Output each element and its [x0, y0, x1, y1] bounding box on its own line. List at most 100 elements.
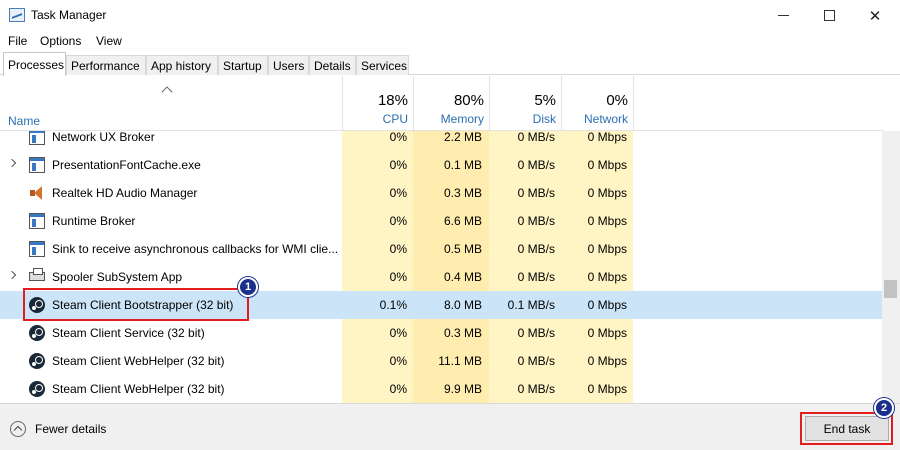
process-cpu: 0% [389, 242, 407, 256]
column-name[interactable]: Name [8, 114, 40, 128]
tab-strip: Processes Performance App history Startu… [0, 52, 900, 76]
task-manager-icon [9, 8, 25, 22]
process-cpu: 0% [389, 131, 407, 144]
process-disk: 0 MB/s [517, 382, 555, 396]
table-row[interactable]: Steam Client WebHelper (32 bit) 0% 11.1 … [0, 347, 884, 375]
close-button[interactable]: ✕ [852, 0, 898, 31]
process-memory: 2.2 MB [443, 131, 482, 144]
close-icon: ✕ [868, 7, 882, 25]
process-disk: 0 MB/s [517, 354, 555, 368]
tab-startup[interactable]: Startup [218, 55, 268, 75]
end-task-button[interactable]: End task [805, 416, 889, 441]
process-memory: 8.0 MB [443, 298, 482, 312]
scrollbar-thumb[interactable] [884, 280, 897, 298]
highlight-selected-process [23, 288, 249, 321]
process-disk: 0 MB/s [517, 242, 555, 256]
column-cpu[interactable]: 18% CPU [342, 76, 413, 131]
window-icon [29, 213, 45, 229]
menu-view[interactable]: View [96, 34, 122, 48]
process-network: 0 Mbps [587, 354, 627, 368]
printer-icon [29, 268, 45, 281]
table-row[interactable]: Network UX Broker 0% 2.2 MB 0 MB/s 0 Mbp… [0, 131, 884, 151]
process-cpu: 0% [389, 270, 407, 284]
process-network: 0 Mbps [587, 186, 627, 200]
process-disk: 0 MB/s [517, 186, 555, 200]
title-bar: Task Manager ✕ [0, 0, 900, 31]
tab-app-history[interactable]: App history [146, 55, 218, 75]
menu-file[interactable]: File [8, 34, 27, 48]
table-row[interactable]: Realtek HD Audio Manager 0% 0.3 MB 0 MB/… [0, 179, 884, 207]
column-disk[interactable]: 5% Disk [489, 76, 561, 131]
menu-bar: File Options View [0, 31, 900, 51]
expand-chevron-icon[interactable] [7, 158, 17, 168]
table-row[interactable]: Sink to receive asynchronous callbacks f… [0, 235, 884, 263]
process-network: 0 Mbps [587, 242, 627, 256]
process-memory: 0.3 MB [443, 186, 482, 200]
tab-services[interactable]: Services [356, 55, 409, 75]
table-row[interactable]: PresentationFontCache.exe 0% 0.1 MB 0 MB… [0, 151, 884, 179]
window-icon [29, 241, 45, 257]
process-disk: 0 MB/s [517, 326, 555, 340]
process-network: 0 Mbps [587, 131, 627, 144]
process-disk: 0.1 MB/s [507, 298, 555, 312]
fewer-details-link[interactable]: Fewer details [35, 422, 106, 436]
footer-bar: Fewer details End task [0, 403, 900, 450]
table-row[interactable]: Steam Client Service (32 bit) 0% 0.3 MB … [0, 319, 884, 347]
collapse-chevron-icon[interactable] [10, 421, 26, 437]
step-badge-2: 2 [874, 398, 894, 418]
network-label: Network [583, 112, 628, 126]
process-network: 0 Mbps [587, 158, 627, 172]
process-disk: 0 MB/s [517, 214, 555, 228]
tab-details[interactable]: Details [309, 55, 356, 75]
column-header: Name 18% CPU 80% Memory 5% Disk 0% Netwo… [0, 76, 884, 131]
expand-chevron-icon[interactable] [7, 270, 17, 280]
menu-options[interactable]: Options [40, 34, 81, 48]
process-cpu: 0% [389, 354, 407, 368]
table-row[interactable]: Spooler SubSystem App 0% 0.4 MB 0 MB/s 0… [0, 263, 884, 291]
process-name: Runtime Broker [52, 214, 136, 228]
vertical-scrollbar[interactable] [882, 131, 900, 403]
column-memory[interactable]: 80% Memory [413, 76, 489, 131]
table-row[interactable]: Runtime Broker 0% 6.6 MB 0 MB/s 0 Mbps [0, 207, 884, 235]
disk-percent: 5% [534, 92, 556, 109]
sort-caret-icon[interactable] [161, 86, 173, 98]
tab-performance[interactable]: Performance [66, 55, 146, 75]
process-name: Network UX Broker [52, 131, 155, 144]
process-name: Steam Client WebHelper (32 bit) [52, 354, 225, 368]
maximize-button[interactable] [806, 0, 852, 31]
process-name: Spooler SubSystem App [52, 270, 183, 284]
process-memory: 0.1 MB [443, 158, 482, 172]
tab-processes[interactable]: Processes [3, 52, 66, 76]
process-cpu: 0% [389, 186, 407, 200]
process-memory: 0.5 MB [443, 242, 482, 256]
process-network: 0 Mbps [587, 270, 627, 284]
process-network: 0 Mbps [587, 214, 627, 228]
window-icon [29, 131, 45, 145]
memory-label: Memory [440, 112, 484, 126]
table-row[interactable]: Steam Client WebHelper (32 bit) 0% 9.9 M… [0, 375, 884, 403]
process-disk: 0 MB/s [517, 158, 555, 172]
process-cpu: 0% [389, 382, 407, 396]
process-name: Sink to receive asynchronous callbacks f… [52, 242, 339, 256]
cpu-percent: 18% [377, 92, 408, 109]
column-network[interactable]: 0% Network [561, 76, 633, 131]
process-network: 0 Mbps [587, 382, 627, 396]
process-memory: 0.4 MB [443, 270, 482, 284]
process-network: 0 Mbps [587, 326, 627, 340]
maximize-icon [823, 10, 835, 21]
minimize-button[interactable] [760, 0, 806, 31]
tab-users[interactable]: Users [268, 55, 309, 75]
steam-icon [29, 381, 45, 397]
process-cpu: 0% [389, 214, 407, 228]
process-cpu: 0% [389, 158, 407, 172]
cpu-label: CPU [382, 112, 408, 126]
process-network: 0 Mbps [587, 298, 627, 312]
process-name: PresentationFontCache.exe [52, 158, 201, 172]
steam-icon [29, 325, 45, 341]
process-name: Steam Client WebHelper (32 bit) [52, 382, 225, 396]
speaker-icon [29, 185, 45, 201]
window-title: Task Manager [31, 8, 107, 22]
process-disk: 0 MB/s [517, 131, 555, 144]
step-badge-1: 1 [238, 277, 258, 297]
network-percent: 0% [606, 92, 628, 109]
